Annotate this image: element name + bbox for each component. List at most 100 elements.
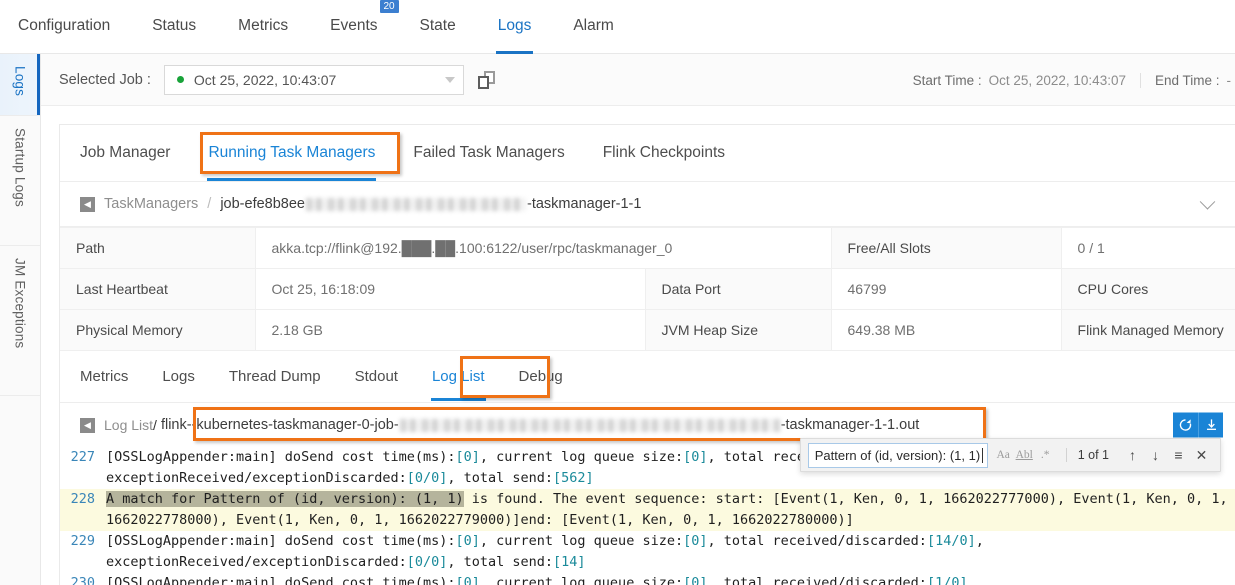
events-count-badge: 20: [379, 0, 399, 13]
log-action-buttons: [1173, 412, 1223, 438]
breadcrumb-parent[interactable]: TaskManagers: [104, 196, 198, 212]
regex-icon[interactable]: .*: [1035, 445, 1056, 465]
topnav-label: State: [419, 16, 456, 34]
log-line: 230 [OSSLogAppender:main] doSend cost ti…: [60, 573, 1235, 585]
log-list-breadcrumb-separator: /: [153, 417, 157, 433]
tab-label: Job Manager: [80, 144, 171, 161]
find-next-icon[interactable]: ↓: [1144, 444, 1167, 466]
log-file-prefix: flink--kubernetes-taskmanager-0-job-: [160, 417, 399, 433]
chevron-down-icon[interactable]: [1199, 194, 1216, 210]
topnav-item-metrics[interactable]: Metrics: [238, 17, 288, 37]
table-row: Path akka.tcp://flink@192.███.██.100:612…: [60, 227, 1235, 269]
log-line-matched: 228 A match for Pattern of (id, version)…: [60, 489, 1235, 531]
log-segment-number: [0/0]: [406, 470, 448, 486]
log-line: 229 [OSSLogAppender:main] doSend cost ti…: [60, 531, 1235, 573]
log-segment-number: [0]: [455, 575, 480, 585]
task-manager-panel: Job Manager Running Task Managers Failed…: [59, 124, 1235, 585]
app-root: Configuration Status Metrics Events 20 S…: [0, 0, 1235, 585]
cell-key: Path: [60, 227, 256, 269]
topnav-label: Alarm: [573, 16, 614, 34]
cell-key: Free/All Slots: [831, 227, 1062, 269]
main-content: Selected Job : Oct 25, 2022, 10:43:07 St…: [41, 54, 1235, 585]
find-in-selection-icon[interactable]: ≡: [1167, 444, 1190, 466]
tab-thread-dump[interactable]: Thread Dump: [229, 368, 321, 385]
match-case-icon[interactable]: Aa: [993, 445, 1014, 465]
topnav-item-configuration[interactable]: Configuration: [18, 17, 110, 37]
cell-key: Data Port: [645, 268, 832, 310]
find-match-count: 1 of 1: [1065, 448, 1109, 462]
sidebar-item-logs[interactable]: Logs: [0, 54, 40, 116]
selected-job-value: Oct 25, 2022, 10:43:07: [193, 71, 337, 88]
taskmanager-info-table: Path akka.tcp://flink@192.███.██.100:612…: [60, 227, 1235, 351]
log-segment: , total send:: [447, 470, 554, 486]
close-icon[interactable]: ✕: [1190, 444, 1213, 466]
log-file-name: flink--kubernetes-taskmanager-0-job- -tas…: [161, 412, 1235, 438]
log-segment: , total received/discarded:: [707, 575, 927, 585]
log-segment: , total received/discarded:: [707, 533, 927, 549]
find-previous-icon[interactable]: ↑: [1121, 444, 1144, 466]
end-time-label: End Time :: [1154, 72, 1220, 88]
start-time-label: Start Time :: [912, 72, 982, 88]
sidebar-item-startup-logs[interactable]: Startup Logs: [0, 116, 40, 246]
sidebar-item-label: Logs: [12, 66, 28, 97]
line-number: 230: [70, 575, 95, 585]
tab-label: Log List: [431, 368, 485, 385]
tab-label: Stdout: [354, 368, 398, 385]
sidebar-item-label: JM Exceptions: [12, 258, 28, 349]
log-segment: ,: [967, 575, 976, 585]
cell-value: 649.38 MB: [831, 309, 1062, 351]
left-sidebar-rail: Logs Startup Logs JM Exceptions: [0, 54, 41, 585]
download-icon[interactable]: [1198, 412, 1223, 438]
find-input-value: Pattern of (id, version): (1, 1): [814, 447, 984, 463]
tab-stdout[interactable]: Stdout: [355, 368, 398, 385]
topnav-item-status[interactable]: Status: [152, 17, 196, 37]
tab-flink-checkpoints[interactable]: Flink Checkpoints: [603, 144, 725, 162]
topnav-label: Events: [330, 16, 378, 34]
refresh-icon[interactable]: [1173, 412, 1198, 438]
tab-failed-task-managers[interactable]: Failed Task Managers: [413, 144, 564, 162]
topnav-item-logs[interactable]: Logs: [495, 17, 533, 54]
whole-word-icon[interactable]: Abl: [1014, 445, 1035, 465]
redacted-region: [306, 197, 526, 211]
end-time-value: -: [1226, 72, 1232, 88]
log-segment-number: [562]: [553, 470, 594, 486]
cell-key: Physical Memory: [60, 309, 256, 351]
copy-icon[interactable]: [477, 70, 495, 89]
log-segment-number: [0]: [683, 449, 708, 465]
topnav-item-alarm[interactable]: Alarm: [573, 17, 613, 37]
tab-logs[interactable]: Logs: [162, 368, 195, 385]
breadcrumb-name-prefix: job-efe8b8ee: [220, 196, 305, 212]
tab-metrics[interactable]: Metrics: [80, 368, 128, 385]
tab-running-task-managers[interactable]: Running Task Managers: [207, 144, 377, 181]
tab-label: Debug: [518, 368, 563, 385]
tab-log-list[interactable]: Log List: [430, 368, 486, 401]
cell-key: CPU Cores: [1061, 268, 1235, 310]
breadcrumb-name-suffix: -taskmanager-1-1: [527, 196, 642, 212]
tab-debug[interactable]: Debug: [519, 368, 563, 385]
sidebar-item-jm-exceptions[interactable]: JM Exceptions: [0, 246, 40, 396]
breadcrumb: ◀ TaskManagers / job-efe8b8ee -taskmanage…: [60, 182, 1235, 227]
table-row: Physical Memory 2.18 GB JVM Heap Size 64…: [60, 309, 1235, 351]
chevron-left-icon[interactable]: ◀: [80, 196, 95, 212]
chevron-down-icon: [444, 76, 455, 83]
log-segment-number: [14/0]: [926, 533, 976, 549]
topnav-item-state[interactable]: State: [420, 17, 456, 37]
chevron-left-icon[interactable]: ◀: [80, 417, 95, 433]
tab-job-manager[interactable]: Job Manager: [80, 144, 170, 162]
find-options: Aa Abl .*: [993, 445, 1056, 465]
log-segment-number: [14]: [553, 554, 586, 570]
find-input[interactable]: Pattern of (id, version): (1, 1): [807, 442, 988, 468]
current-match-highlight: A match for Pattern of (id, version): (1…: [106, 491, 464, 507]
sidebar-item-label: Startup Logs: [12, 128, 28, 207]
tab-label: Failed Task Managers: [413, 144, 565, 161]
cell-key: Flink Managed Memory: [1061, 309, 1235, 351]
cell-value: 46799: [831, 268, 1062, 310]
selected-job-dropdown[interactable]: Oct 25, 2022, 10:43:07: [163, 64, 464, 95]
line-number: 229: [70, 533, 95, 549]
job-selection-bar: Selected Job : Oct 25, 2022, 10:43:07 St…: [41, 54, 1235, 106]
log-list-breadcrumb-parent[interactable]: Log List: [104, 417, 153, 433]
topnav-item-events[interactable]: Events 20: [330, 0, 399, 37]
log-segment: , total send:: [447, 554, 554, 570]
detail-tab-row: Metrics Logs Thread Dump Stdout Log List…: [60, 351, 1235, 403]
log-segment: [OSSLogAppender:main] doSend cost time(m…: [106, 449, 456, 465]
